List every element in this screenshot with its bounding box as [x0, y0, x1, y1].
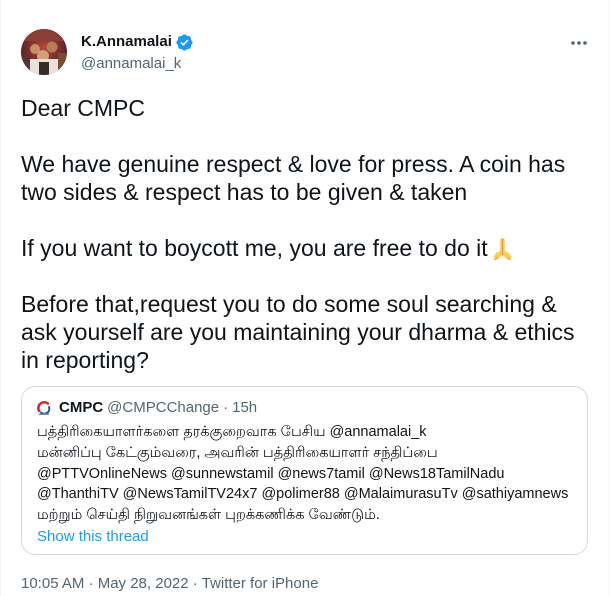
quoted-tweet-header: CMPC @CMPCChange · 15h — [36, 398, 261, 418]
quoted-tweet-time: 15h — [232, 399, 258, 416]
tweet-line: Before that,request you to do some soul … — [21, 291, 557, 317]
tweet-paragraph: Dear CMPC — [21, 94, 606, 122]
folded-hands-emoji-icon — [489, 235, 516, 262]
quoted-author-name: CMPC — [59, 399, 104, 416]
quoted-tweet-line: @ThanthiTV @NewsTamilTV24x7 @polimer88 @… — [37, 486, 569, 503]
quoted-tweet-line: பத்திரிகையாளர்களை தரக்குறைவாக பேசிய @ann… — [37, 424, 427, 440]
tweet-timestamp-link[interactable]: 10:05 AM · May 28, 2022 — [21, 575, 189, 592]
tweet-card: K.Annamalai @annamalai_k Dear CMPC We ha… — [0, 0, 610, 596]
avatar[interactable] — [21, 29, 67, 75]
separator: · — [223, 399, 229, 416]
cmpc-logo-icon — [36, 400, 52, 416]
avatar-photo-icon — [21, 29, 67, 75]
quoted-tweet-line: மற்றும் செய்தி நிறுவனங்கள் புறக்கணிக்க வ… — [37, 507, 380, 523]
tweet-paragraph: We have genuine respect & love for press… — [21, 150, 606, 206]
tweet-line-with-emoji: If you want to boycott me, you are free … — [21, 234, 606, 262]
more-options-icon[interactable] — [568, 32, 590, 54]
verified-badge-icon — [175, 33, 194, 52]
quoted-tweet[interactable]: CMPC @CMPCChange · 15h பத்திரிகையாளர்களை த… — [21, 386, 588, 555]
tweet-paragraph: If you want to boycott me, you are free … — [21, 234, 606, 262]
tweet-line: in reporting? — [21, 347, 149, 373]
tweet-line: If you want to boycott me, you are free … — [21, 235, 488, 261]
tweet-paragraph: Before that,request you to do some soul … — [21, 290, 606, 374]
tweet-source-link[interactable]: Twitter for iPhone — [202, 575, 319, 592]
separator: · — [192, 575, 198, 592]
quoted-tweet-line: மன்னிப்பு கேட்கும்வரை, அவரின் பத்திரிகைய… — [37, 444, 438, 461]
tweet-line: ask yourself are you maintaining your dh… — [21, 319, 575, 345]
tweet-text: Dear CMPC We have genuine respect & love… — [21, 94, 606, 402]
quoted-author-handle: @CMPCChange — [107, 399, 220, 416]
author-name[interactable]: K.Annamalai — [81, 32, 172, 52]
quoted-author-meta: @CMPCChange · 15h — [107, 398, 261, 418]
quoted-tweet-text: பத்திரிகையாளர்களை தரக்குறைவாக பேசிய @ann… — [37, 422, 568, 526]
tweet-line: We have genuine respect & love for press… — [21, 151, 566, 177]
tweet-line: Dear CMPC — [21, 95, 145, 121]
author-handle[interactable]: @annamalai_k — [81, 54, 181, 74]
tweet-line: two sides & respect has to be given & ta… — [21, 179, 468, 205]
quoted-tweet-line: @PTTVOnlineNews @sunnewstamil @news7tami… — [37, 465, 505, 482]
tweet-footer: 10:05 AM · May 28, 2022 · Twitter for iP… — [21, 574, 318, 594]
show-thread-link[interactable]: Show this thread — [37, 527, 149, 547]
